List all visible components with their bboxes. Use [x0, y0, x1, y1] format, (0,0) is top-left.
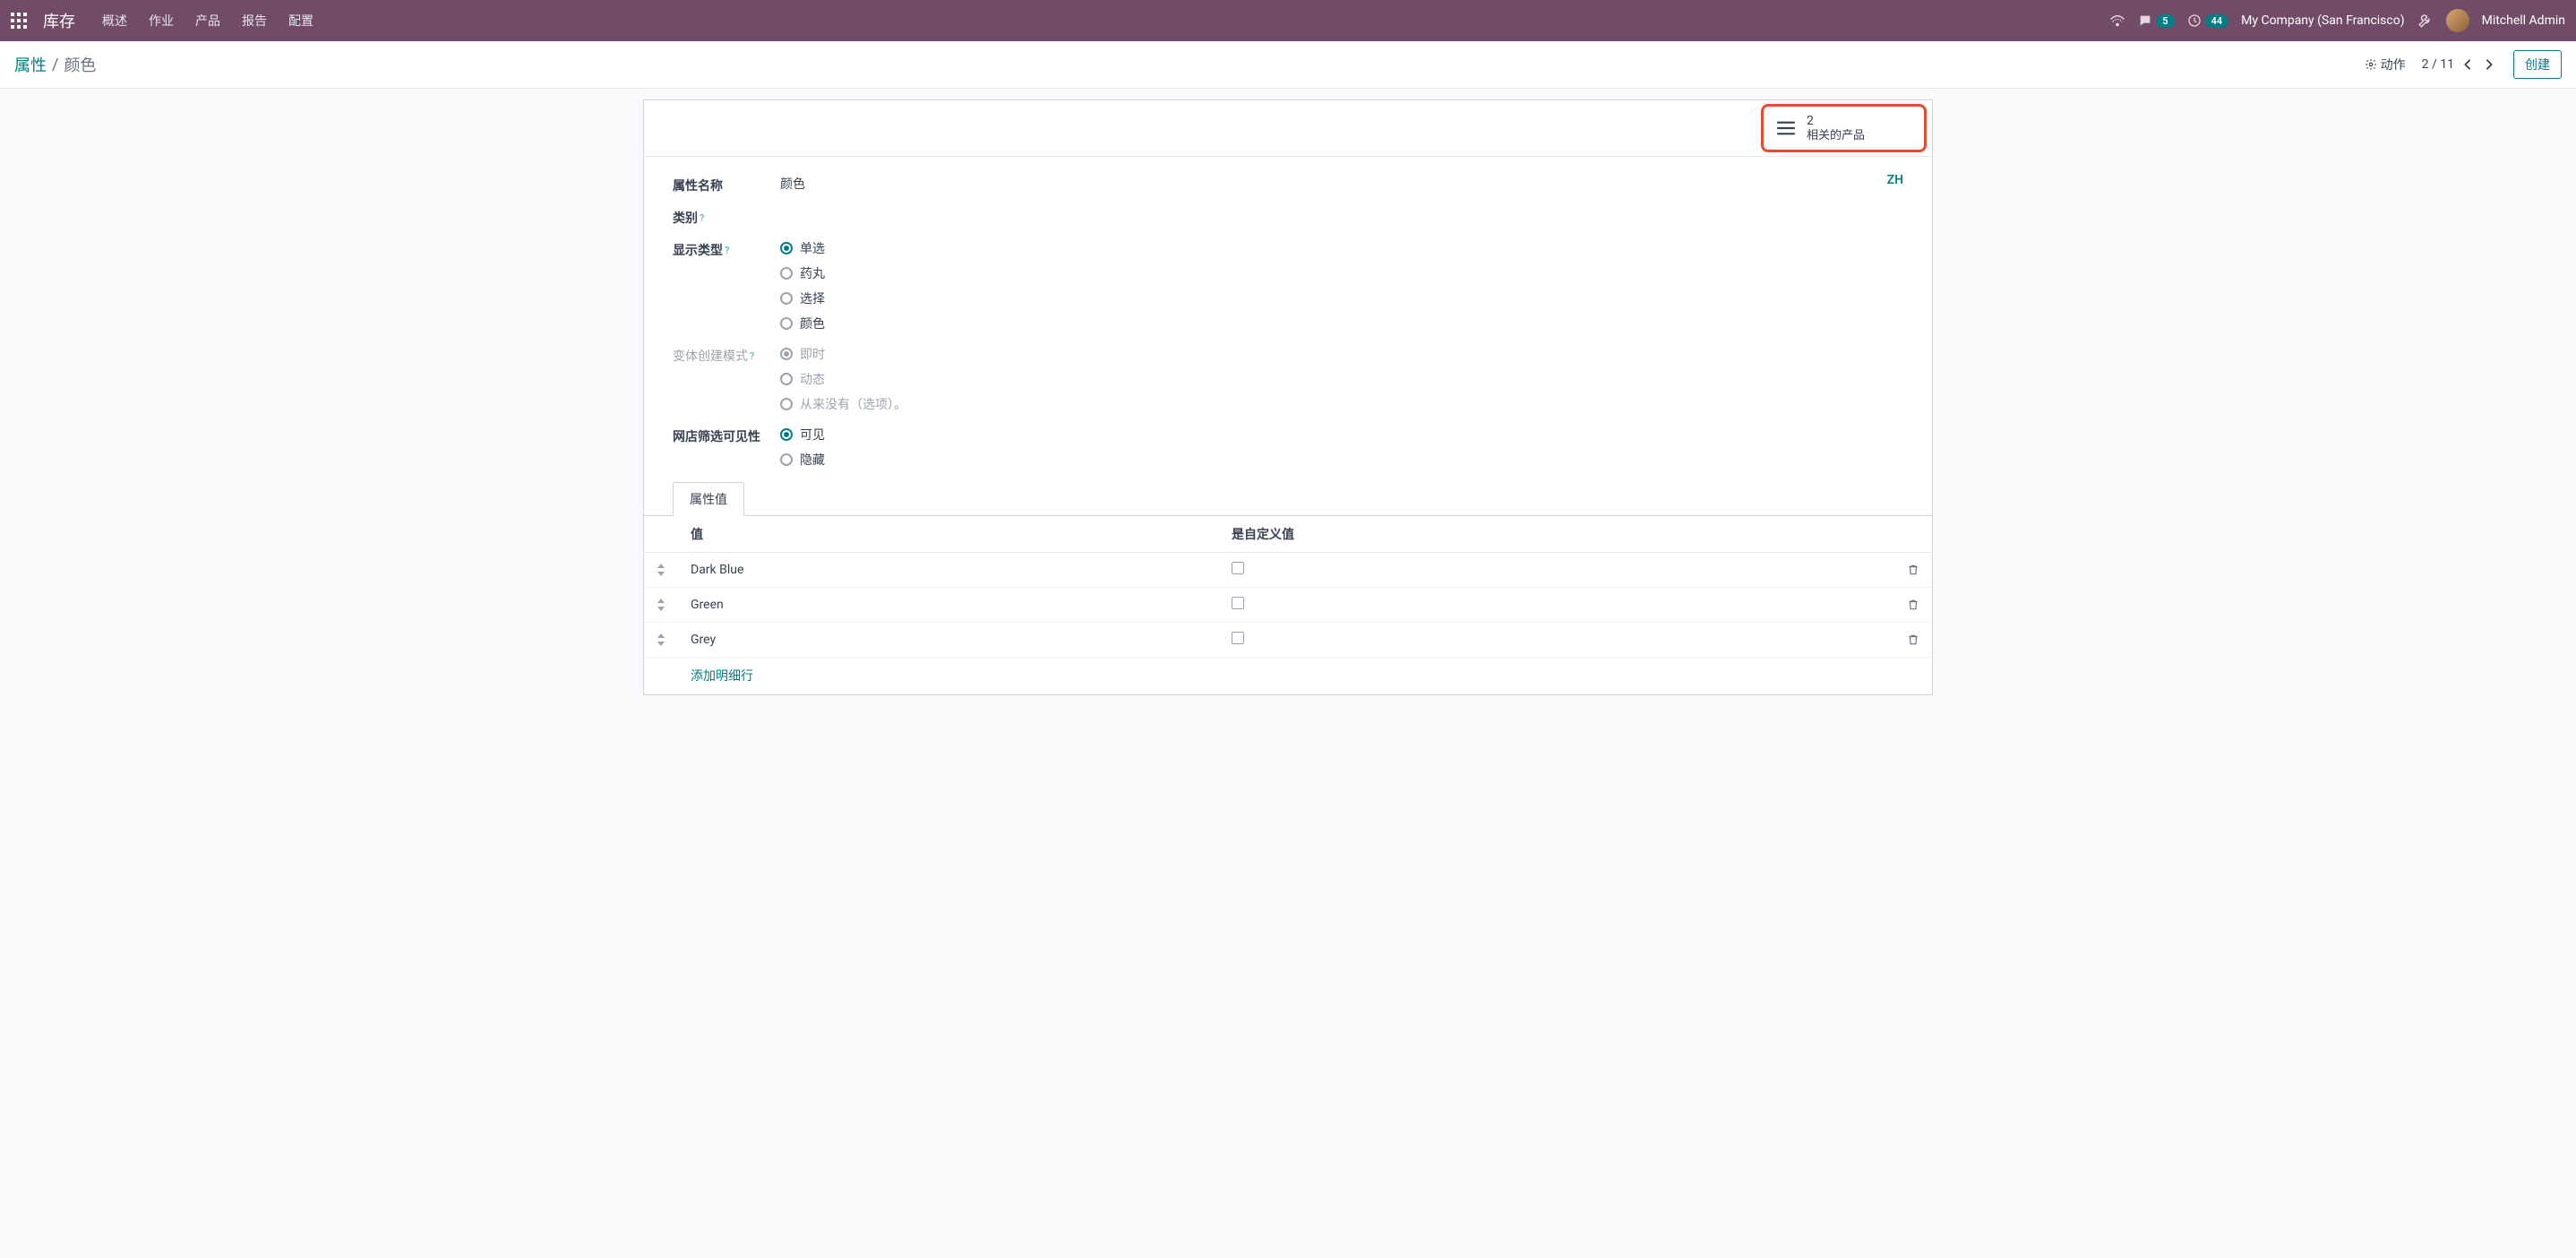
drag-handle-icon[interactable]	[644, 588, 678, 623]
wifi-icon[interactable]	[2109, 14, 2125, 27]
company-switcher[interactable]: My Company (San Francisco)	[2241, 13, 2404, 28]
help-icon[interactable]: ?	[725, 245, 729, 256]
action-menu[interactable]: 动作	[2365, 56, 2406, 73]
drag-handle-icon[interactable]	[644, 553, 678, 588]
cell-value[interactable]: Grey	[678, 623, 1219, 658]
chat-count: 5	[2156, 14, 2174, 28]
radio-display-type-1[interactable]: 药丸	[780, 264, 1479, 282]
help-icon[interactable]: ?	[750, 350, 754, 362]
visibility-radio-group: 可见 隐藏	[780, 426, 1479, 469]
messaging-button[interactable]: 5	[2138, 13, 2174, 28]
radio-create-variant-1: 动态	[780, 370, 1479, 388]
tab-attribute-values[interactable]: 属性值	[673, 482, 744, 516]
radio-dot-icon	[780, 348, 793, 360]
chat-icon	[2138, 13, 2152, 28]
nav-item-configuration[interactable]: 配置	[288, 12, 313, 30]
drag-handle-icon[interactable]	[644, 623, 678, 658]
pager-prev[interactable]	[2460, 56, 2476, 73]
checkbox-icon[interactable]	[1232, 632, 1244, 644]
cell-value[interactable]: Green	[678, 588, 1219, 623]
radio-visibility-0[interactable]: 可见	[780, 426, 1479, 444]
cell-custom[interactable]	[1219, 623, 1894, 658]
breadcrumb-current: 颜色	[64, 53, 96, 76]
radio-dot-icon	[780, 267, 793, 280]
stat-label: 相关的产品	[1807, 129, 1865, 143]
radio-create-variant-2: 从来没有（选项）。	[780, 395, 1479, 413]
column-value: 值	[678, 516, 1219, 553]
form-sheet: 2 相关的产品 ZH 属性名称 颜色 类别? 显示类型? 单选 药丸	[643, 99, 1933, 695]
help-icon[interactable]: ?	[700, 212, 704, 224]
radio-dot-icon	[780, 373, 793, 385]
radio-dot-icon	[780, 242, 793, 254]
stat-count: 2	[1807, 114, 1865, 129]
add-line-button[interactable]: 添加明细行	[691, 669, 753, 684]
action-menu-label: 动作	[2381, 56, 2406, 73]
table-row[interactable]: Green	[644, 588, 1932, 623]
top-navbar: 库存 概述 作业 产品 报告 配置 5 44 My Company (San F…	[0, 0, 2576, 41]
breadcrumb-parent[interactable]: 属性	[14, 53, 47, 76]
pager-value[interactable]: 2 / 11	[2422, 57, 2454, 72]
cell-custom[interactable]	[1219, 588, 1894, 623]
radio-display-type-3[interactable]: 颜色	[780, 314, 1479, 332]
table-row[interactable]: Grey	[644, 623, 1932, 658]
column-custom: 是自定义值	[1219, 516, 1894, 553]
label-category: 类别?	[673, 207, 780, 227]
nav-menu: 概述 作业 产品 报告 配置	[102, 12, 313, 30]
table-row[interactable]: Dark Blue	[644, 553, 1932, 588]
activities-button[interactable]: 44	[2187, 13, 2229, 28]
label-display-type: 显示类型?	[673, 239, 780, 259]
button-box: 2 相关的产品	[644, 100, 1932, 157]
app-brand[interactable]: 库存	[43, 9, 75, 32]
radio-dot-icon	[780, 428, 793, 441]
avatar[interactable]	[2446, 9, 2469, 32]
tabs: 属性值	[644, 481, 1932, 516]
delete-row-button[interactable]	[1894, 588, 1932, 623]
nav-item-overview[interactable]: 概述	[102, 12, 127, 30]
radio-display-type-2[interactable]: 选择	[780, 289, 1479, 307]
breadcrumb-separator: /	[52, 56, 58, 74]
breadcrumb: 属性 / 颜色	[14, 53, 96, 76]
clock-count: 44	[2205, 14, 2229, 28]
cell-value[interactable]: Dark Blue	[678, 553, 1219, 588]
create-variant-radio-group: 即时 动态 从来没有（选项）。	[780, 345, 1479, 413]
value-attribute-name[interactable]: 颜色	[780, 175, 1479, 193]
radio-display-type-0[interactable]: 单选	[780, 239, 1479, 257]
user-name[interactable]: Mitchell Admin	[2482, 13, 2565, 28]
cell-custom[interactable]	[1219, 553, 1894, 588]
checkbox-icon[interactable]	[1232, 562, 1244, 574]
delete-row-button[interactable]	[1894, 553, 1932, 588]
create-button[interactable]: 创建	[2513, 50, 2562, 79]
clock-icon	[2187, 13, 2202, 28]
apps-icon[interactable]	[11, 13, 27, 29]
gear-icon	[2365, 58, 2377, 71]
language-badge[interactable]: ZH	[1887, 173, 1903, 187]
label-visibility: 网店筛选可见性	[673, 426, 780, 445]
nav-item-reporting[interactable]: 报告	[242, 12, 267, 30]
delete-row-button[interactable]	[1894, 623, 1932, 658]
list-icon	[1776, 120, 1796, 136]
radio-create-variant-0: 即时	[780, 345, 1479, 363]
related-products-button[interactable]: 2 相关的产品	[1761, 104, 1927, 152]
radio-dot-icon	[780, 453, 793, 466]
attribute-values-table: 值 是自定义值 Dark Blue	[644, 516, 1932, 694]
label-attribute-name: 属性名称	[673, 175, 780, 194]
nav-item-products[interactable]: 产品	[195, 12, 220, 30]
nav-item-operations[interactable]: 作业	[149, 12, 174, 30]
checkbox-icon[interactable]	[1232, 597, 1244, 609]
debug-icon[interactable]	[2417, 13, 2434, 29]
radio-visibility-1[interactable]: 隐藏	[780, 451, 1479, 469]
label-create-variant: 变体创建模式?	[673, 345, 780, 365]
radio-dot-icon	[780, 317, 793, 330]
radio-dot-icon	[780, 398, 793, 410]
radio-dot-icon	[780, 292, 793, 305]
display-type-radio-group: 单选 药丸 选择 颜色	[780, 239, 1479, 332]
control-panel: 属性 / 颜色 动作 2 / 11 创建	[0, 41, 2576, 89]
pager: 2 / 11	[2422, 56, 2497, 73]
pager-next[interactable]	[2481, 56, 2497, 73]
